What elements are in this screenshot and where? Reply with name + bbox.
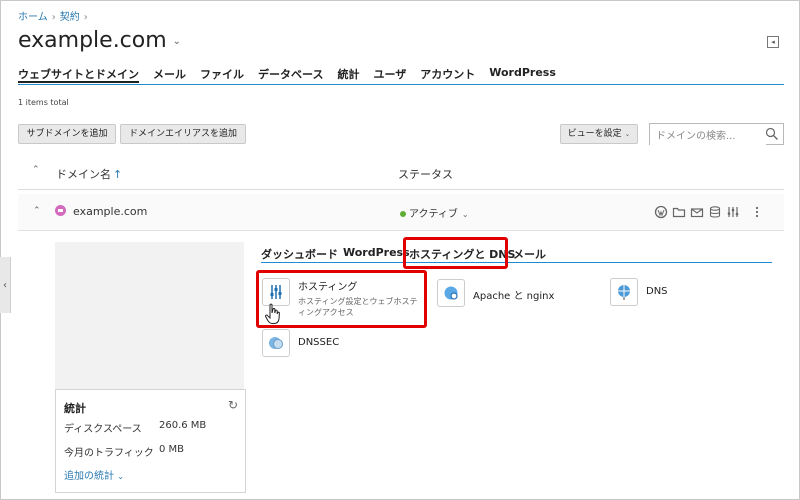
chevron-down-icon: ⌄ [461,210,469,219]
apache-nginx-tile[interactable]: Apache と nginx [437,279,554,307]
column-domain-name[interactable]: ドメイン名 ↑ [56,166,122,182]
apache-nginx-title: Apache と nginx [473,291,555,302]
apache-gear-globe-icon [437,279,465,307]
tab-account[interactable]: アカウント [420,64,475,84]
dns-title: DNS [646,286,668,297]
sort-arrow-icon: ↑ [113,168,123,181]
chevron-right-icon: › [51,12,56,23]
more-stats-label: 追加の統計 [64,471,114,482]
tab-wordpress[interactable]: WordPress [489,64,556,84]
domain-subtabs: ダッシュボード WordPress ホスティングと DNS メール [261,240,772,263]
chevron-down-icon: ⌄ [172,35,182,47]
dnssec-tile[interactable]: DNSSEC [262,329,339,357]
sidebar-toggle[interactable]: ‹ [0,257,11,313]
highlight-hosting-dns-tab [403,237,508,269]
more-options-icon[interactable] [750,204,764,218]
collapse-panel-icon[interactable]: ◂ [767,36,779,48]
settings-sliders-icon[interactable] [726,204,740,218]
tab-files[interactable]: ファイル [200,64,244,84]
chevron-down-icon: ⌄ [117,472,124,481]
add-alias-button[interactable]: ドメインエイリアスを追加 [120,124,246,144]
collapse-row-icon[interactable]: ⌃ [33,206,41,216]
page-title[interactable]: example.com ⌄ [18,28,181,53]
tab-websites-domains[interactable]: ウェブサイトとドメイン [18,64,139,83]
domain-icon [55,205,66,216]
site-preview [55,242,244,389]
status-label: アクティブ [409,209,458,220]
subtab-dashboard[interactable]: ダッシュボード [261,246,338,262]
disk-label: ディスクスペース [64,424,142,435]
page-title-text: example.com [18,28,167,53]
mail-icon[interactable] [690,204,704,218]
expand-all-icon[interactable]: ⌃ [32,165,40,175]
tab-mail[interactable]: メール [153,64,186,84]
status-dot-icon [400,211,406,217]
main-tabs: ウェブサイトとドメイン メール ファイル データベース 統計 ユーザ アカウント… [18,64,784,85]
database-icon[interactable] [708,204,722,218]
subtab-wordpress[interactable]: WordPress [343,246,410,259]
breadcrumb-home[interactable]: ホーム [18,12,48,23]
add-subdomain-button[interactable]: サブドメインを追加 [18,124,116,144]
breadcrumb-contract[interactable]: 契約 [60,12,80,23]
chevron-left-icon: ‹ [3,279,7,291]
dns-globe-icon [610,278,638,306]
table-row: ⌃ example.com アクティブ ⌄ [18,194,784,231]
stats-panel: 統計 ↻ ディスクスペース 260.6 MB 今月のトラフィック 0 MB 追加… [55,389,246,493]
chevron-right-icon: › [83,12,88,23]
dnssec-title: DNSSEC [298,337,340,348]
tab-databases[interactable]: データベース [258,64,323,84]
more-stats-link[interactable]: 追加の統計 ⌄ [64,467,124,482]
items-total: 1 items total [18,98,69,107]
row-actions [654,204,768,219]
view-settings-label: ビューを設定 [567,129,622,139]
tab-users[interactable]: ユーザ [373,64,406,84]
stats-title: 統計 [64,402,86,415]
hand-cursor-icon [264,303,280,324]
chevron-down-icon: ⌄ [624,130,631,138]
folder-icon[interactable] [672,204,686,218]
domain-name-link[interactable]: example.com [73,205,147,218]
breadcrumb: ホーム › 契約 › [18,8,92,23]
traffic-label: 今月のトラフィック [64,448,154,459]
table-header: ⌃ ドメイン名 ↑ ステータス [18,160,784,190]
status-dropdown[interactable]: アクティブ ⌄ [400,205,469,220]
dns-tile[interactable]: DNS [610,278,668,306]
subtab-mail[interactable]: メール [513,246,546,262]
tab-statistics[interactable]: 統計 [337,64,359,84]
dnssec-shield-icon [262,329,290,357]
refresh-icon[interactable]: ↻ [228,398,238,412]
view-settings-button[interactable]: ビューを設定 ⌄ [560,124,638,144]
domain-search [649,123,784,146]
domain-search-input[interactable] [650,127,766,146]
disk-value: 260.6 MB [159,420,207,431]
column-domain-label: ドメイン名 [56,168,111,181]
wordpress-icon[interactable] [654,204,668,219]
traffic-value: 0 MB [159,444,185,455]
column-status[interactable]: ステータス [398,166,453,182]
search-icon[interactable] [765,127,779,141]
